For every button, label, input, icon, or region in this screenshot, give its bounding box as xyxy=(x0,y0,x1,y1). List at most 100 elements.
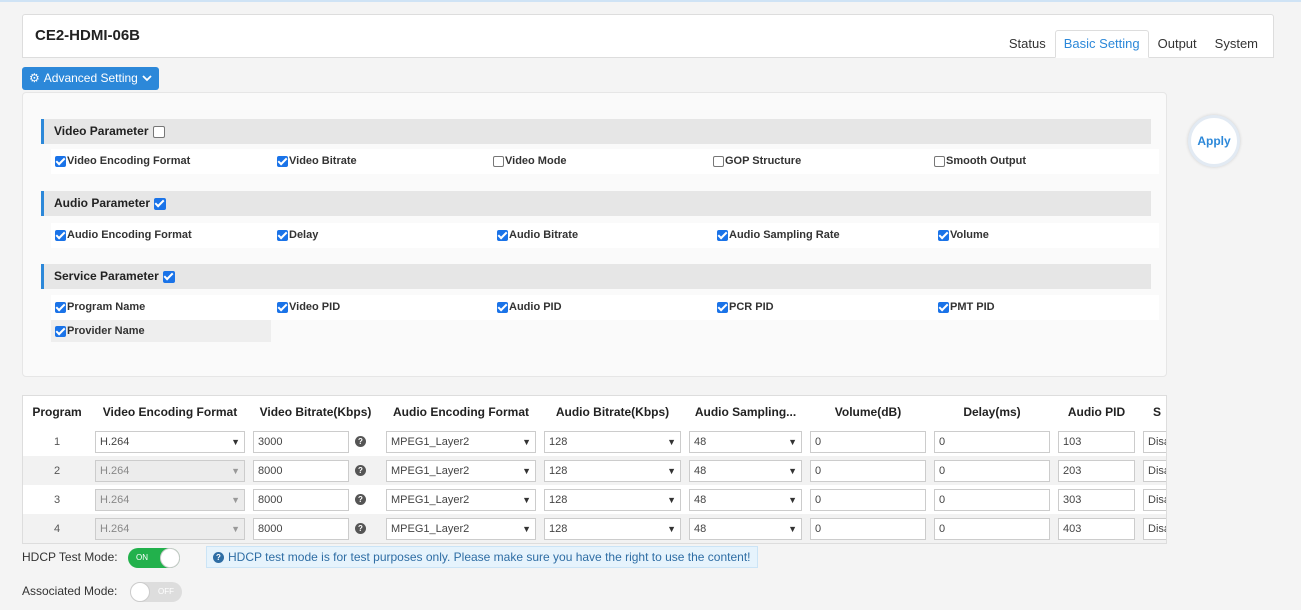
audio-format-select[interactable]: MPEG1_Layer2 ▼ xyxy=(386,430,536,453)
tab-basic-setting[interactable]: Basic Setting xyxy=(1054,30,1149,58)
select-value: Disab xyxy=(1148,493,1166,506)
delay-input[interactable]: 0 xyxy=(934,488,1050,511)
tab-output[interactable]: Output xyxy=(1149,30,1206,58)
audio-pid-input[interactable]: 203 xyxy=(1058,459,1135,482)
checkbox[interactable] xyxy=(277,156,288,167)
advanced-setting-button[interactable]: ⚙ Advanced Setting xyxy=(22,67,159,90)
sampling-select[interactable]: 48 ▼ xyxy=(689,459,802,482)
checkbox[interactable] xyxy=(497,302,508,313)
audio-bitrate-select[interactable]: 128 ▼ xyxy=(544,517,681,540)
gear-icon: ⚙ xyxy=(29,71,40,85)
video-bitrate-input[interactable]: 8000 xyxy=(253,517,349,540)
sampling-select[interactable]: 48 ▼ xyxy=(689,517,802,540)
audio-format-select[interactable]: MPEG1_Layer2 ▼ xyxy=(386,459,536,482)
checkbox[interactable] xyxy=(55,156,66,167)
select-value: 128 xyxy=(549,493,568,506)
help-icon[interactable]: ? xyxy=(355,494,366,505)
video-bitrate-input[interactable]: 8000 xyxy=(253,459,349,482)
checkbox[interactable] xyxy=(938,302,949,313)
tab-status[interactable]: Status xyxy=(1000,30,1055,58)
option-gop-structure[interactable]: GOP Structure xyxy=(713,149,801,174)
help-icon[interactable]: ? xyxy=(355,465,366,476)
help-icon[interactable]: ? xyxy=(355,523,366,534)
option-volume[interactable]: Volume xyxy=(938,223,989,248)
audio-bitrate-select[interactable]: 128 ▼ xyxy=(544,459,681,482)
audio-parameter-checkbox[interactable] xyxy=(154,197,167,210)
select-value: MPEG1_Layer2 xyxy=(391,464,470,477)
option-audio-encoding-format[interactable]: Audio Encoding Format xyxy=(55,223,192,248)
volume-input[interactable]: 0 xyxy=(810,517,926,540)
option-audio-bitrate[interactable]: Audio Bitrate xyxy=(497,223,578,248)
option-label: Program Name xyxy=(67,301,146,313)
s-select[interactable]: Disab xyxy=(1143,488,1166,511)
sampling-select[interactable]: 48 ▼ xyxy=(689,430,802,453)
video-format-select[interactable]: H.264 ▼ xyxy=(95,430,245,453)
s-select[interactable]: Disab xyxy=(1143,459,1166,482)
option-label: Video Bitrate xyxy=(289,155,357,167)
volume-input[interactable]: 0 xyxy=(810,430,926,453)
program-number: 3 xyxy=(23,485,91,514)
option-audio-pid[interactable]: Audio PID xyxy=(497,295,562,320)
audio-bitrate-select[interactable]: 128 ▼ xyxy=(544,430,681,453)
video-format-select: H.264 ▼ xyxy=(95,488,245,511)
delay-input[interactable]: 0 xyxy=(934,517,1050,540)
associated-mode-toggle[interactable]: OFF xyxy=(130,582,182,602)
option-video-bitrate[interactable]: Video Bitrate xyxy=(277,149,357,174)
delay-input[interactable]: 0 xyxy=(934,459,1050,482)
option-video-encoding-format[interactable]: Video Encoding Format xyxy=(55,149,190,174)
input-value: 8000 xyxy=(258,464,283,477)
help-icon[interactable]: ? xyxy=(355,436,366,447)
checkbox[interactable] xyxy=(277,302,288,313)
service-parameter-checkbox[interactable] xyxy=(162,270,175,283)
volume-input[interactable]: 0 xyxy=(810,488,926,511)
section-title: Service Parameter xyxy=(54,269,159,283)
checkbox[interactable] xyxy=(713,156,724,167)
option-pcr-pid[interactable]: PCR PID xyxy=(717,295,774,320)
volume-input[interactable]: 0 xyxy=(810,459,926,482)
checkbox[interactable] xyxy=(493,156,504,167)
input-value: 203 xyxy=(1063,464,1082,477)
hdcp-test-mode-toggle[interactable]: ON xyxy=(128,548,180,568)
caret-down-icon: ▼ xyxy=(788,465,797,476)
option-delay[interactable]: Delay xyxy=(277,223,318,248)
s-select[interactable]: Disab xyxy=(1143,430,1166,453)
option-smooth-output[interactable]: Smooth Output xyxy=(934,149,1026,174)
audio-format-select[interactable]: MPEG1_Layer2 ▼ xyxy=(386,517,536,540)
option-provider-name[interactable]: Provider Name xyxy=(55,320,145,342)
checkbox[interactable] xyxy=(938,230,949,241)
tab-system[interactable]: System xyxy=(1206,30,1267,58)
apply-button[interactable]: Apply xyxy=(1188,115,1240,167)
checkbox[interactable] xyxy=(55,230,66,241)
audio-bitrate-select[interactable]: 128 ▼ xyxy=(544,488,681,511)
checkbox[interactable] xyxy=(497,230,508,241)
option-label: Audio Sampling Rate xyxy=(729,229,840,241)
option-program-name[interactable]: Program Name xyxy=(55,295,145,320)
audio-pid-input[interactable]: 403 xyxy=(1058,517,1135,540)
option-audio-sampling-rate[interactable]: Audio Sampling Rate xyxy=(717,223,840,248)
video-bitrate-input[interactable]: 8000 xyxy=(253,488,349,511)
checkbox[interactable] xyxy=(277,230,288,241)
select-value: Disab xyxy=(1148,464,1166,477)
video-parameter-checkbox[interactable] xyxy=(152,125,165,138)
caret-down-icon: ▼ xyxy=(231,465,240,476)
checkbox[interactable] xyxy=(717,302,728,313)
audio-pid-input[interactable]: 303 xyxy=(1058,488,1135,511)
audio-pid-input[interactable]: 103 xyxy=(1058,430,1135,453)
delay-input[interactable]: 0 xyxy=(934,430,1050,453)
select-value: MPEG1_Layer2 xyxy=(391,522,470,535)
input-value: 0 xyxy=(939,493,946,506)
checkbox[interactable] xyxy=(55,325,66,337)
video-bitrate-input[interactable]: 3000 xyxy=(253,430,349,453)
audio-format-select[interactable]: MPEG1_Layer2 ▼ xyxy=(386,488,536,511)
option-video-pid[interactable]: Video PID xyxy=(277,295,340,320)
checkbox[interactable] xyxy=(934,156,945,167)
option-video-mode[interactable]: Video Mode xyxy=(493,149,567,174)
option-label: Video PID xyxy=(289,301,341,313)
input-value: 0 xyxy=(815,435,822,448)
sampling-select[interactable]: 48 ▼ xyxy=(689,488,802,511)
checkbox[interactable] xyxy=(717,230,728,241)
option-pmt-pid[interactable]: PMT PID xyxy=(938,295,995,320)
s-select[interactable]: Disab xyxy=(1143,517,1166,540)
video-options-row: Video Encoding Format Video Bitrate Vide… xyxy=(51,149,1159,174)
checkbox[interactable] xyxy=(55,302,66,313)
